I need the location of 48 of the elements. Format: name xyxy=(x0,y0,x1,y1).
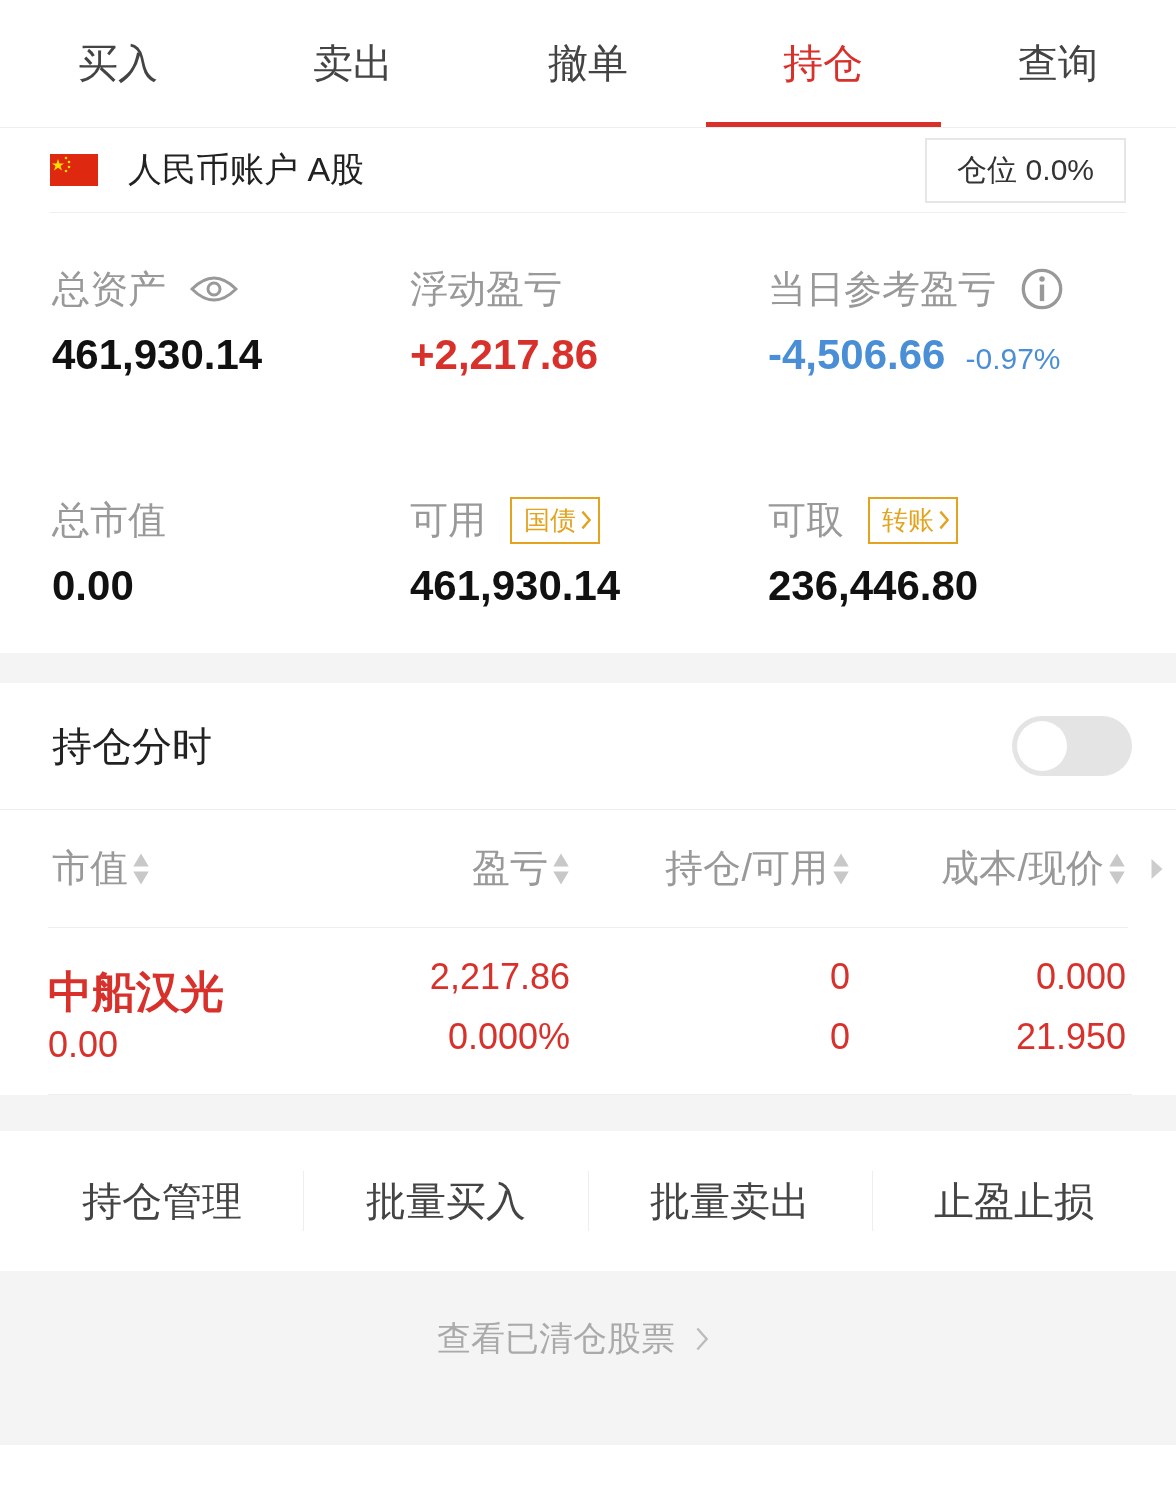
toggle-switch[interactable] xyxy=(1012,716,1132,776)
change-percent: -0.97% xyxy=(965,342,1061,376)
position-label: 仓位 0.0% xyxy=(925,137,1126,203)
stat-value: 0.00 xyxy=(52,562,134,610)
stat-label: 当日参考盈亏 xyxy=(768,266,996,312)
stat-value: 461,930.14 xyxy=(410,562,621,610)
sort-icon[interactable] xyxy=(1108,851,1126,886)
stat-value: -4,506.66 xyxy=(768,331,946,379)
toggle-label: 持仓分时 xyxy=(52,722,212,770)
table-cell: 0.00 xyxy=(48,1024,119,1066)
stat-value: +2,217.86 xyxy=(410,331,598,379)
stat-value: 236,446.80 xyxy=(768,562,979,610)
chevron-icon xyxy=(580,509,592,531)
tab[interactable]: 持仓 xyxy=(705,0,941,127)
stat-label: 浮动盈亏 xyxy=(410,266,562,312)
tab[interactable]: 查询 xyxy=(940,0,1176,127)
sort-icon[interactable] xyxy=(552,851,570,886)
flag-icon xyxy=(50,154,98,186)
stat-label: 可取 xyxy=(768,497,844,543)
info-icon[interactable] xyxy=(1020,267,1064,311)
table-cell: 0 xyxy=(829,1016,850,1058)
table-cell: 0 xyxy=(829,956,850,998)
stat-label: 可用 xyxy=(410,497,486,543)
tab[interactable]: 撤单 xyxy=(470,0,706,127)
column-header[interactable]: 盈亏 xyxy=(472,843,548,894)
column-header[interactable]: 持仓/可用 xyxy=(665,843,828,894)
action-button[interactable]: 批量卖出 xyxy=(588,1171,873,1231)
account-name: 人民币账户 A股 xyxy=(128,149,365,190)
table-cell: 2,217.86 xyxy=(429,956,570,998)
tab[interactable]: 卖出 xyxy=(235,0,471,127)
table-cell: 0.000% xyxy=(447,1016,570,1058)
sort-icon[interactable] xyxy=(832,851,850,886)
action-button[interactable]: 批量买入 xyxy=(304,1171,589,1231)
tab[interactable]: 买入 xyxy=(0,0,236,127)
chevron-icon xyxy=(695,1326,709,1352)
action-button[interactable]: 止盈止损 xyxy=(872,1171,1156,1231)
stat-label: 总资产 xyxy=(52,266,166,312)
stat-value: 461,930.14 xyxy=(52,331,263,379)
action-button[interactable]: 持仓管理 xyxy=(20,1171,305,1231)
column-header[interactable]: 市值 xyxy=(52,843,128,894)
stat-label: 总市值 xyxy=(52,497,166,543)
column-header[interactable]: 成本/现价 xyxy=(941,843,1104,894)
table-cell: 0.000 xyxy=(1035,956,1126,998)
triangle-right-icon[interactable] xyxy=(1150,857,1164,880)
chevron-icon xyxy=(938,509,950,531)
table-cell: 21.950 xyxy=(1015,1016,1126,1058)
sort-icon[interactable] xyxy=(132,851,150,886)
stock-name[interactable]: 中船汉光 xyxy=(48,970,224,1014)
